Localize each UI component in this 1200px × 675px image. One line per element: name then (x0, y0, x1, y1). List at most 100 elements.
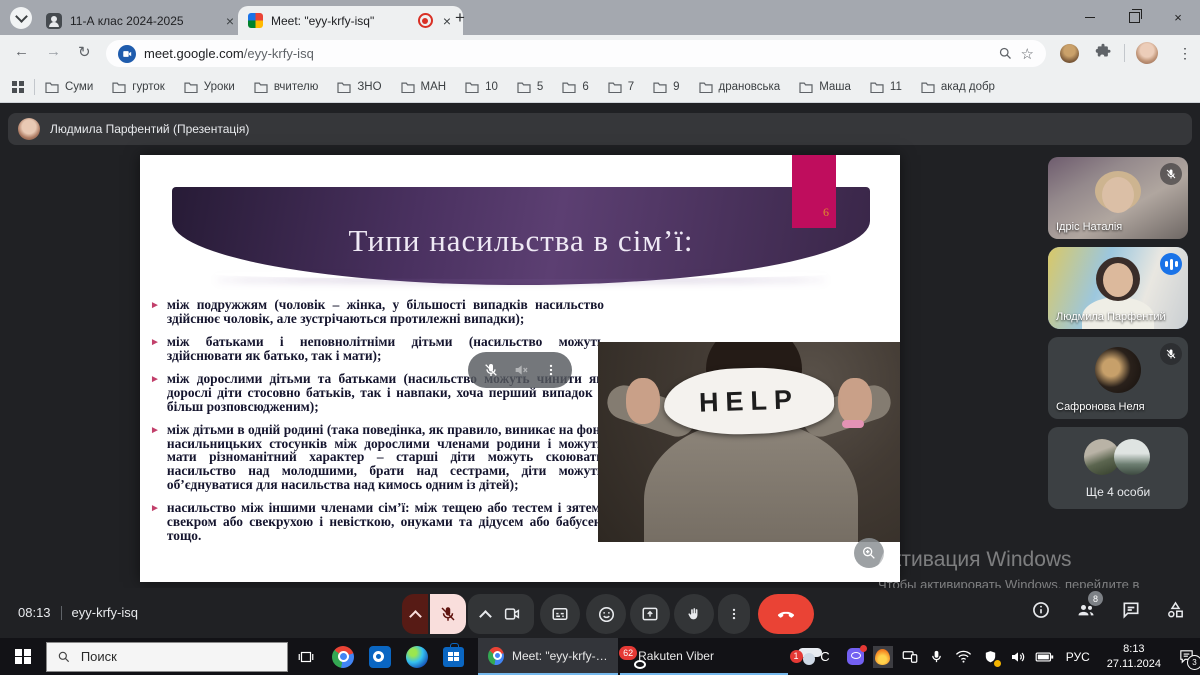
presenter-avatar (18, 118, 40, 140)
wifi-icon[interactable] (954, 646, 974, 668)
floating-av-controls[interactable] (468, 352, 572, 388)
task-button-viber[interactable]: 62 Rakuten Viber (620, 638, 787, 675)
microphone-tray-icon[interactable] (927, 646, 947, 668)
present-screen-button[interactable] (630, 594, 670, 634)
bookmark-folder[interactable]: Суми (45, 81, 93, 93)
bookmark-folder[interactable]: 6 (562, 81, 588, 93)
edge-taskbar-icon[interactable] (398, 638, 435, 675)
camera-button-group[interactable] (468, 594, 534, 634)
meet-call-icon (118, 45, 136, 63)
chevron-down-icon (15, 10, 28, 23)
bullet-arrow-icon: ► (150, 298, 160, 326)
back-button[interactable]: ← (14, 43, 29, 60)
forward-button[interactable]: → (46, 43, 61, 60)
mic-options-chevron[interactable] (402, 594, 428, 634)
activities-icon[interactable] (1165, 600, 1186, 620)
keyboard-language[interactable]: РУС (1062, 650, 1094, 664)
volume-off-icon[interactable] (513, 362, 529, 378)
bookmark-folder[interactable]: Уроки (184, 81, 235, 93)
connect-device-icon[interactable] (900, 646, 920, 668)
avatar (1114, 439, 1150, 475)
mic-button-group (402, 594, 466, 634)
more-participants-tile[interactable]: Ще 4 особи (1048, 427, 1188, 509)
participant-tile-active-speaker[interactable]: Людмила Парфентий (1048, 247, 1188, 329)
chat-icon[interactable] (1121, 600, 1141, 620)
search-input[interactable] (79, 648, 253, 665)
zoom-page-icon[interactable] (998, 46, 1013, 61)
address-bar[interactable]: meet.google.com/eyy-krfy-isq ☆ (106, 40, 1046, 67)
apps-grid-icon[interactable] (12, 81, 24, 93)
avatar (1095, 347, 1141, 393)
tab-class-journal[interactable]: 11-А клас 2024-2025 × (36, 6, 246, 35)
profile-avatar[interactable] (1136, 42, 1158, 64)
bookmark-folder[interactable]: драновська (699, 81, 781, 93)
end-call-button[interactable] (758, 594, 814, 634)
store-taskbar-icon[interactable] (435, 638, 472, 675)
taskbar-clock[interactable]: 8:13 27.11.2024 (1101, 642, 1167, 671)
bookmark-folder[interactable]: 5 (517, 81, 543, 93)
reload-button[interactable]: ↻ (78, 43, 91, 61)
tab-meet[interactable]: Meet: "eyy-krfy-isq" × (238, 6, 463, 35)
bookmark-folder[interactable]: 11 (870, 81, 902, 93)
viber-tray-icon[interactable] (846, 646, 866, 668)
participant-tile[interactable]: Ідріс Наталія (1048, 157, 1188, 239)
raise-hand-button[interactable] (674, 594, 714, 634)
captions-button[interactable] (540, 594, 580, 634)
outlook-taskbar-icon[interactable] (362, 638, 399, 675)
list-item: ►насильство між іншими членами сім’ї: мі… (150, 501, 604, 543)
bookmark-folder[interactable]: 7 (608, 81, 634, 93)
battery-icon[interactable] (1035, 646, 1055, 668)
more-options-icon[interactable] (544, 363, 558, 377)
security-shield-icon[interactable] (981, 646, 1001, 668)
task-button-meet[interactable]: Meet: "eyy-krfy-isq... (478, 638, 618, 675)
chrome-icon (488, 647, 504, 665)
mic-muted-icon (1160, 343, 1182, 365)
reactions-button[interactable] (586, 594, 626, 634)
tab-title: Meet: "eyy-krfy-isq" (271, 14, 410, 28)
camera-icon[interactable] (503, 605, 521, 623)
browser-menu-icon[interactable]: ⋮ (1178, 42, 1192, 64)
close-tab-icon[interactable]: × (441, 14, 453, 28)
bookmark-folder[interactable]: вчителю (254, 81, 319, 93)
tab-search-button[interactable] (10, 7, 32, 29)
close-tab-icon[interactable]: × (224, 14, 236, 28)
more-options-button[interactable] (718, 594, 750, 634)
notification-center-button[interactable]: 3 (1174, 646, 1200, 668)
mic-muted-icon (1160, 163, 1182, 185)
minimize-button[interactable] (1068, 0, 1112, 35)
bookmark-folder[interactable]: гурток (112, 81, 165, 93)
new-tab-button[interactable]: + (455, 8, 465, 28)
volume-icon[interactable] (1008, 646, 1028, 668)
bookmark-folder[interactable]: МАН (401, 81, 447, 93)
close-window-button[interactable]: × (1156, 0, 1200, 35)
presenter-banner[interactable]: Людмила Парфентий (Презентація) (8, 113, 1192, 145)
extension-icon[interactable] (1060, 44, 1079, 63)
bookmark-folder[interactable]: Маша (799, 81, 851, 93)
camera-options-chevron[interactable] (479, 610, 492, 623)
participant-tile[interactable]: Сафронова Неля (1048, 337, 1188, 419)
chrome-taskbar-icon[interactable] (325, 638, 362, 675)
tray-app-icon[interactable] (873, 646, 893, 668)
meeting-details-icon[interactable] (1031, 600, 1051, 620)
mic-off-icon[interactable] (483, 362, 499, 378)
meet-panel-buttons: 8 (1031, 600, 1186, 620)
extensions-puzzle-icon[interactable] (1094, 43, 1112, 61)
weather-alert-badge: 1 (790, 650, 803, 663)
restore-button[interactable] (1112, 0, 1156, 35)
meeting-clock: 08:13 (18, 605, 51, 620)
bookmark-folder[interactable]: 9 (653, 81, 679, 93)
bookmark-folder[interactable]: 10 (465, 81, 498, 93)
taskbar-search[interactable] (46, 642, 288, 672)
people-panel-button[interactable]: 8 (1075, 600, 1097, 620)
start-button[interactable] (0, 638, 46, 675)
mic-muted-button[interactable] (430, 594, 466, 634)
bookmark-folder[interactable]: акад добр (921, 81, 995, 93)
meet-control-bar: 08:13 eyy-krfy-isq (0, 588, 1200, 638)
slide-page-tab: 6 (792, 155, 836, 228)
bookmark-folder[interactable]: ЗНО (337, 81, 381, 93)
divider (61, 606, 62, 620)
bookmark-star-icon[interactable]: ☆ (1021, 45, 1034, 63)
weather-widget[interactable]: 1 -1°C (788, 638, 840, 675)
task-view-button[interactable] (288, 638, 325, 675)
warning-dot (994, 660, 1001, 667)
